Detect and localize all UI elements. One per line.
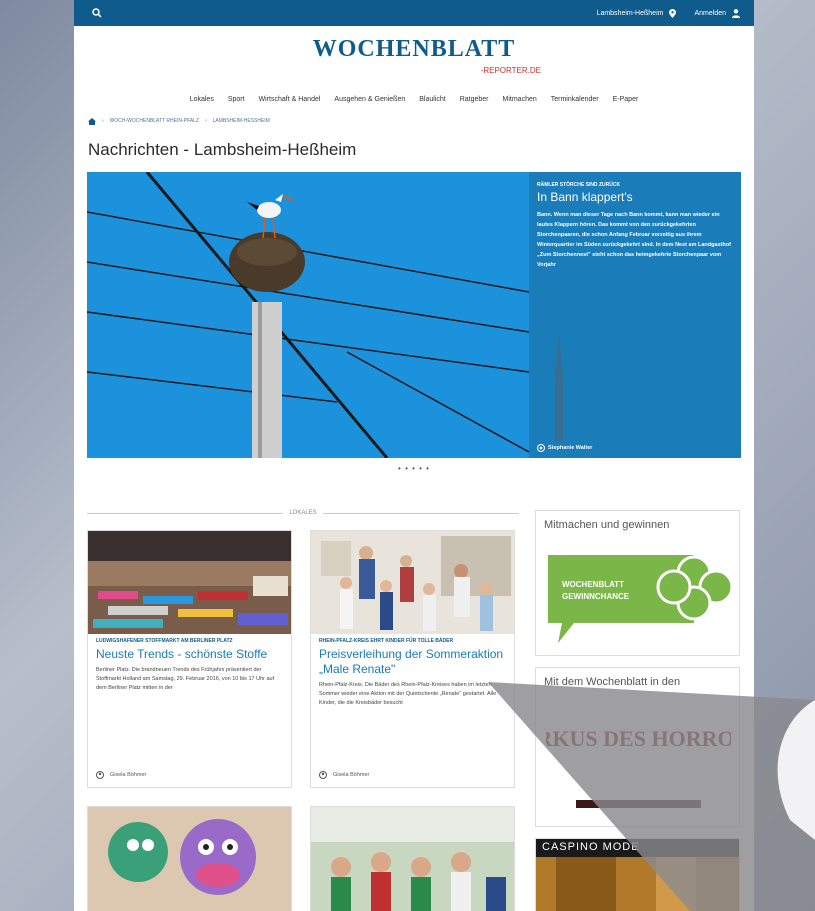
card-title[interactable]: Neuste Trends - schönste Stoffe [96, 647, 283, 662]
circus-logo-text: ZIRKUS DES HORRORS [546, 726, 731, 751]
main-nav: Lokales Sport Wirtschaft & Handel Ausgeh… [74, 92, 754, 106]
card-author-name[interactable]: Gisela Böhmer [110, 772, 146, 778]
breadcrumb-separator: › [204, 118, 207, 124]
search-icon[interactable] [92, 8, 102, 18]
page-title: Nachrichten - Lambsheim-Heßheim [88, 140, 357, 159]
article-card[interactable] [87, 806, 292, 911]
card-text: Rhein-Pfalz-Kreis. Die Bäder des Rhein-P… [319, 682, 497, 706]
ad-image[interactable] [536, 857, 740, 911]
nav-item-mitmachen[interactable]: Mitmachen [503, 96, 537, 103]
card-title[interactable]: Preisverleihung der Sommeraktion „Male R… [319, 647, 506, 677]
slider-dots[interactable]: • • • • • [74, 464, 754, 473]
nav-item-wirtschaft[interactable]: Wirtschaft & Handel [259, 96, 321, 103]
badge-line-1: WOCHENBLATT [562, 580, 624, 589]
badge-line-2: GEWINNCHANCE [562, 592, 630, 601]
divider [87, 512, 284, 514]
card-text: Berliner Platz. Die brandneuen Trends de… [96, 667, 275, 691]
sidebar-promo-title: Mit dem Wochenblatt in den [544, 676, 681, 688]
article-image-fabric-market[interactable] [88, 531, 292, 634]
hero-teaser[interactable]: Rämler Störche sind zurück In Bann klapp… [529, 172, 741, 458]
card-kicker: Ludwigshafener Stoffmarkt am Berliner Pl… [96, 638, 233, 644]
breadcrumb: › Woch-Wochenblatt Rhein-Pfalz › Lambshe… [88, 116, 754, 126]
location-pin-icon [669, 8, 677, 18]
nav-item-epaper[interactable]: E-Paper [613, 96, 639, 103]
site-logo[interactable]: WOCHENBLATT -REPORTER.DE [74, 36, 754, 88]
hero-credit: Stephanie Walter [537, 444, 592, 452]
hero-image[interactable] [87, 172, 529, 458]
author-icon [319, 771, 327, 779]
sidebar-promo-contest[interactable]: Mitmachen und gewinnen WOCHENBLATT GEWIN… [535, 510, 740, 656]
article-image-award-children[interactable] [311, 531, 515, 634]
breadcrumb-item-region[interactable]: Woch-Wochenblatt Rhein-Pfalz [110, 118, 199, 124]
sidebar-promo-title: Mitmachen und gewinnen [544, 519, 670, 531]
camera-icon [537, 444, 545, 452]
browser-page: Lambsheim-Heßheim Anmelden WOCHENBLATT -… [74, 0, 754, 911]
card-author: Gisela Böhmer [319, 771, 369, 779]
breadcrumb-separator: › [102, 118, 104, 124]
author-icon [96, 771, 104, 779]
logo-subtitle: -REPORTER.DE [480, 66, 541, 75]
card-body: Rhein-Pfalz-Kreis ehrt Kinder für tolle … [311, 634, 514, 730]
card-author-name[interactable]: Gisela Böhmer [333, 772, 369, 778]
card-kicker: Rhein-Pfalz-Kreis ehrt Kinder für tolle … [319, 638, 454, 644]
nav-item-sport[interactable]: Sport [228, 96, 245, 103]
card-body: Ludwigshafener Stoffmarkt am Berliner Pl… [88, 634, 291, 715]
nav-item-terminkalender[interactable]: Terminkalender [551, 96, 599, 103]
article-card[interactable]: Ludwigshafener Stoffmarkt am Berliner Pl… [87, 530, 292, 788]
login-link[interactable]: Anmelden [694, 10, 726, 17]
top-bar: Lambsheim-Heßheim Anmelden [74, 0, 754, 26]
article-card[interactable]: Rhein-Pfalz-Kreis ehrt Kinder für tolle … [310, 530, 515, 788]
section-label: LOKALES [87, 510, 520, 516]
nav-item-blaulicht[interactable]: Blaulicht [419, 96, 445, 103]
gewinnchance-badge[interactable]: WOCHENBLATT GEWINNCHANCE [544, 543, 734, 651]
logo-title: WOCHENBLATT [312, 36, 516, 62]
article-image-puppets[interactable] [88, 807, 292, 911]
hero-text: Bann. Wenn man dieser Tage nach Bann kom… [537, 212, 732, 268]
section-label-text[interactable]: LOKALES [289, 510, 316, 516]
article-card[interactable] [310, 806, 515, 911]
nav-item-ausgehen[interactable]: Ausgehen & Genießen [334, 96, 405, 103]
hero-credit-name: Stephanie Walter [548, 445, 593, 451]
home-icon[interactable] [88, 117, 96, 125]
hero-kicker: Rämler Störche sind zurück [537, 182, 621, 188]
user-icon[interactable] [732, 8, 740, 18]
divider [322, 512, 520, 514]
breadcrumb-item-current: Lambsheim-Heßheim [212, 118, 270, 124]
card-author: Gisela Böhmer [96, 771, 146, 779]
ad-logo-text: CASPINO MODE [536, 839, 739, 857]
hero-headline[interactable]: In Bann klappert's [537, 190, 733, 204]
location-link[interactable]: Lambsheim-Heßheim [597, 10, 664, 17]
nav-item-lokales[interactable]: Lokales [190, 96, 214, 103]
church-tower-image [555, 332, 563, 442]
hero-slider[interactable]: Rämler Störche sind zurück In Bann klapp… [87, 172, 741, 458]
circus-logo[interactable]: ZIRKUS DES HORRORS [546, 708, 731, 818]
sidebar-ad-fashion[interactable]: CASPINO MODE [535, 838, 740, 911]
article-image-carnival[interactable] [311, 807, 515, 911]
sidebar-promo-circus[interactable]: Mit dem Wochenblatt in den ZIRKUS DES HO… [535, 667, 740, 827]
nav-item-ratgeber[interactable]: Ratgeber [460, 96, 489, 103]
